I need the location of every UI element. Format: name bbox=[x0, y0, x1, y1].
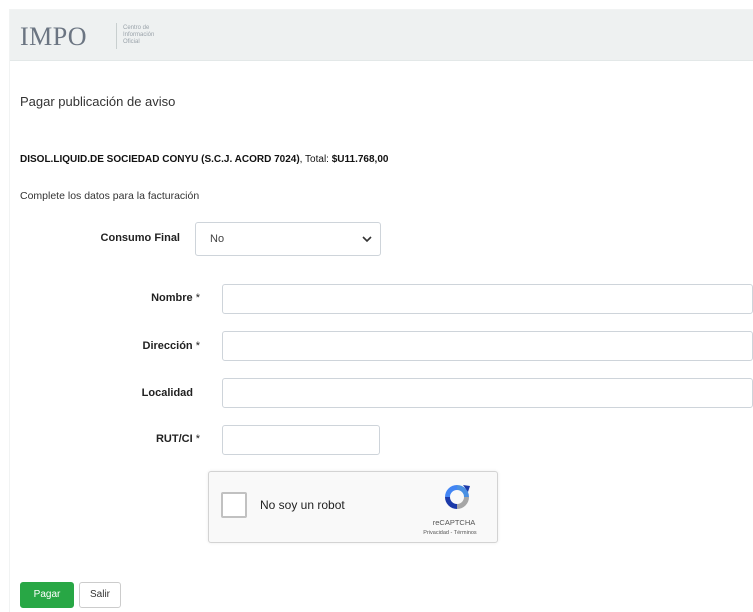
impo-logo[interactable]: IMPO bbox=[20, 24, 87, 50]
consumo-final-value: No bbox=[210, 233, 225, 245]
nombre-label-text: Nombre bbox=[151, 292, 193, 304]
logo-subtitle-line: Información bbox=[123, 32, 155, 38]
required-mark: * bbox=[192, 292, 200, 304]
logo-subtitle-line: Centro de bbox=[123, 25, 150, 31]
chevron-down-icon bbox=[362, 236, 372, 243]
required-mark: * bbox=[192, 340, 200, 352]
rutci-input[interactable] bbox=[222, 425, 380, 455]
direccion-input[interactable] bbox=[222, 331, 753, 361]
required-mark: * bbox=[192, 433, 200, 445]
summary-total-label: , Total: bbox=[299, 154, 332, 165]
direccion-label-text: Dirección bbox=[142, 340, 193, 352]
recaptcha-label: No soy un robot bbox=[260, 498, 345, 512]
recaptcha-checkbox[interactable] bbox=[221, 492, 247, 518]
exit-button[interactable]: Salir bbox=[79, 582, 121, 608]
logo-divider bbox=[116, 23, 117, 49]
rutci-label: RUT/CI * bbox=[100, 433, 200, 445]
site-header: IMPO Centro de Información Oficial bbox=[10, 10, 753, 61]
page-frame: IMPO Centro de Información Oficial Pagar… bbox=[10, 10, 753, 612]
instructions-text: Complete los datos para la facturación bbox=[20, 190, 200, 202]
recaptcha-icon bbox=[445, 485, 470, 509]
page-title: Pagar publicación de aviso bbox=[20, 94, 176, 109]
rutci-label-text: RUT/CI bbox=[155, 433, 193, 445]
consumo-final-label: Consumo Final bbox=[100, 232, 180, 244]
nombre-input[interactable] bbox=[222, 284, 753, 314]
consumo-final-select[interactable]: No bbox=[195, 222, 381, 256]
localidad-label: Localidad bbox=[141, 387, 193, 399]
payment-summary: DISOL.LIQUID.DE SOCIEDAD CONYU (S.C.J. A… bbox=[20, 154, 388, 165]
recaptcha-brand: reCAPTCHA bbox=[432, 518, 476, 527]
nombre-label: Nombre * bbox=[100, 292, 200, 304]
summary-total-value: $U11.768,00 bbox=[331, 154, 389, 165]
recaptcha-links[interactable]: Privacidad - Términos bbox=[405, 530, 495, 536]
recaptcha-widget: No soy un robot reCAPTCHA Privacidad - T… bbox=[208, 471, 498, 543]
pay-button[interactable]: Pagar bbox=[20, 582, 74, 608]
localidad-input[interactable] bbox=[222, 378, 753, 408]
direccion-label: Dirección * bbox=[100, 340, 200, 352]
logo-subtitle-line: Oficial bbox=[123, 39, 140, 45]
summary-name: DISOL.LIQUID.DE SOCIEDAD CONYU (S.C.J. A… bbox=[20, 154, 300, 165]
logo-subtitle: Centro de Información Oficial bbox=[123, 25, 154, 46]
